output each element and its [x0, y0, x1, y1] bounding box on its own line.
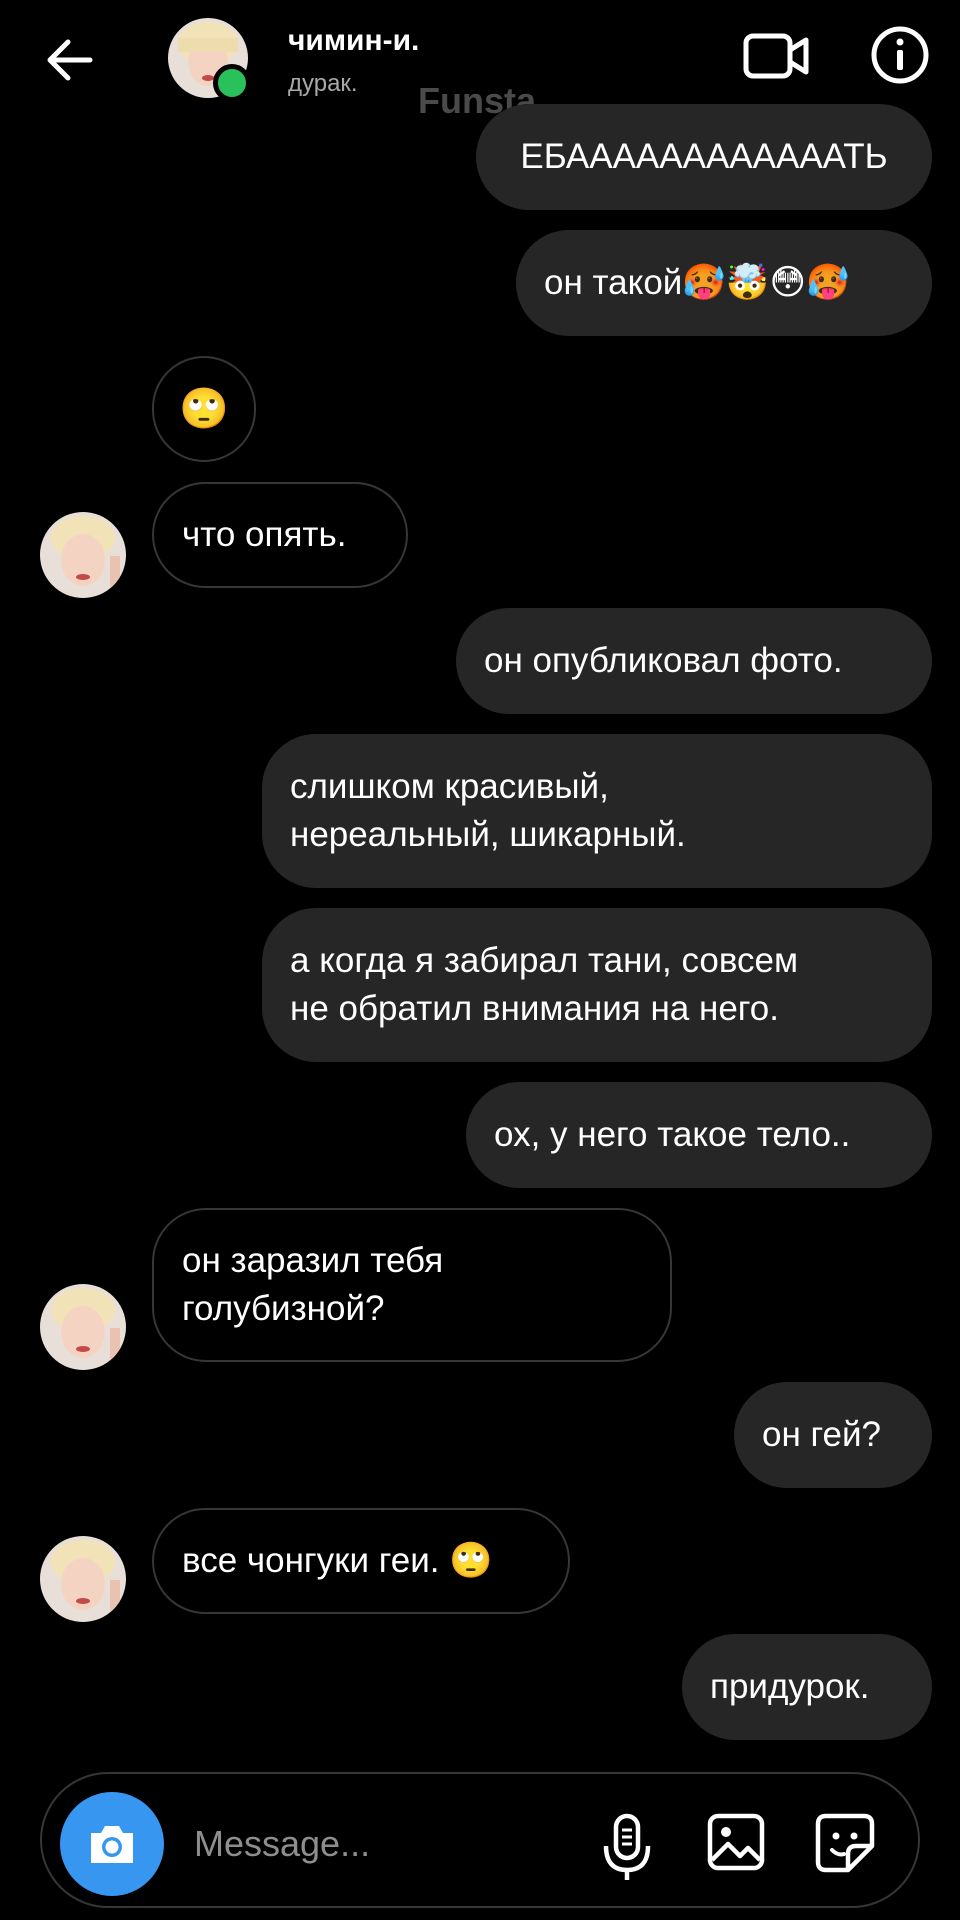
message-bubble-outgoing[interactable]: он такой🥵🤯😳🥵 [516, 230, 932, 336]
message-bubble-outgoing[interactable]: ох, у него такое тело.. [466, 1082, 932, 1188]
sender-avatar[interactable] [40, 1284, 126, 1370]
contact-status: дурак. [288, 70, 358, 97]
chat-header: чимин-и. дурак. Funsta [0, 0, 960, 121]
sender-avatar[interactable] [40, 512, 126, 598]
message-bubble-outgoing[interactable]: он гей? [734, 1382, 932, 1488]
message-bubble-incoming[interactable]: что опять. [152, 482, 408, 588]
message-bubble-outgoing[interactable]: он опубликовал фото. [456, 608, 932, 714]
online-status-dot [213, 64, 251, 102]
message-bubble-outgoing[interactable]: слишком красивый, нереальный, шикарный. [262, 734, 932, 888]
camera-button[interactable] [60, 1792, 164, 1896]
sender-avatar[interactable] [40, 1536, 126, 1622]
contact-name[interactable]: чимин-и. [288, 24, 419, 58]
info-icon[interactable] [870, 25, 930, 85]
message-bubble-outgoing[interactable]: придурок. [682, 1634, 932, 1740]
gallery-icon[interactable] [706, 1812, 766, 1872]
back-arrow-icon[interactable] [40, 30, 100, 90]
camera-icon [91, 1826, 133, 1863]
message-bubble-incoming[interactable]: 🙄 [152, 356, 256, 462]
message-bubble-outgoing[interactable]: ЕБААААААААААААТЬ [476, 104, 932, 210]
microphone-icon[interactable] [600, 1812, 654, 1884]
message-bubble-outgoing[interactable]: а когда я забирал тани, совсем не обрати… [262, 908, 932, 1062]
message-input[interactable] [192, 1810, 576, 1878]
sticker-icon[interactable] [814, 1812, 876, 1874]
video-call-icon[interactable] [742, 26, 812, 86]
message-bubble-incoming[interactable]: все чонгуки геи. 🙄 [152, 1508, 570, 1614]
message-bubble-incoming[interactable]: он заразил тебя голубизной? [152, 1208, 672, 1362]
